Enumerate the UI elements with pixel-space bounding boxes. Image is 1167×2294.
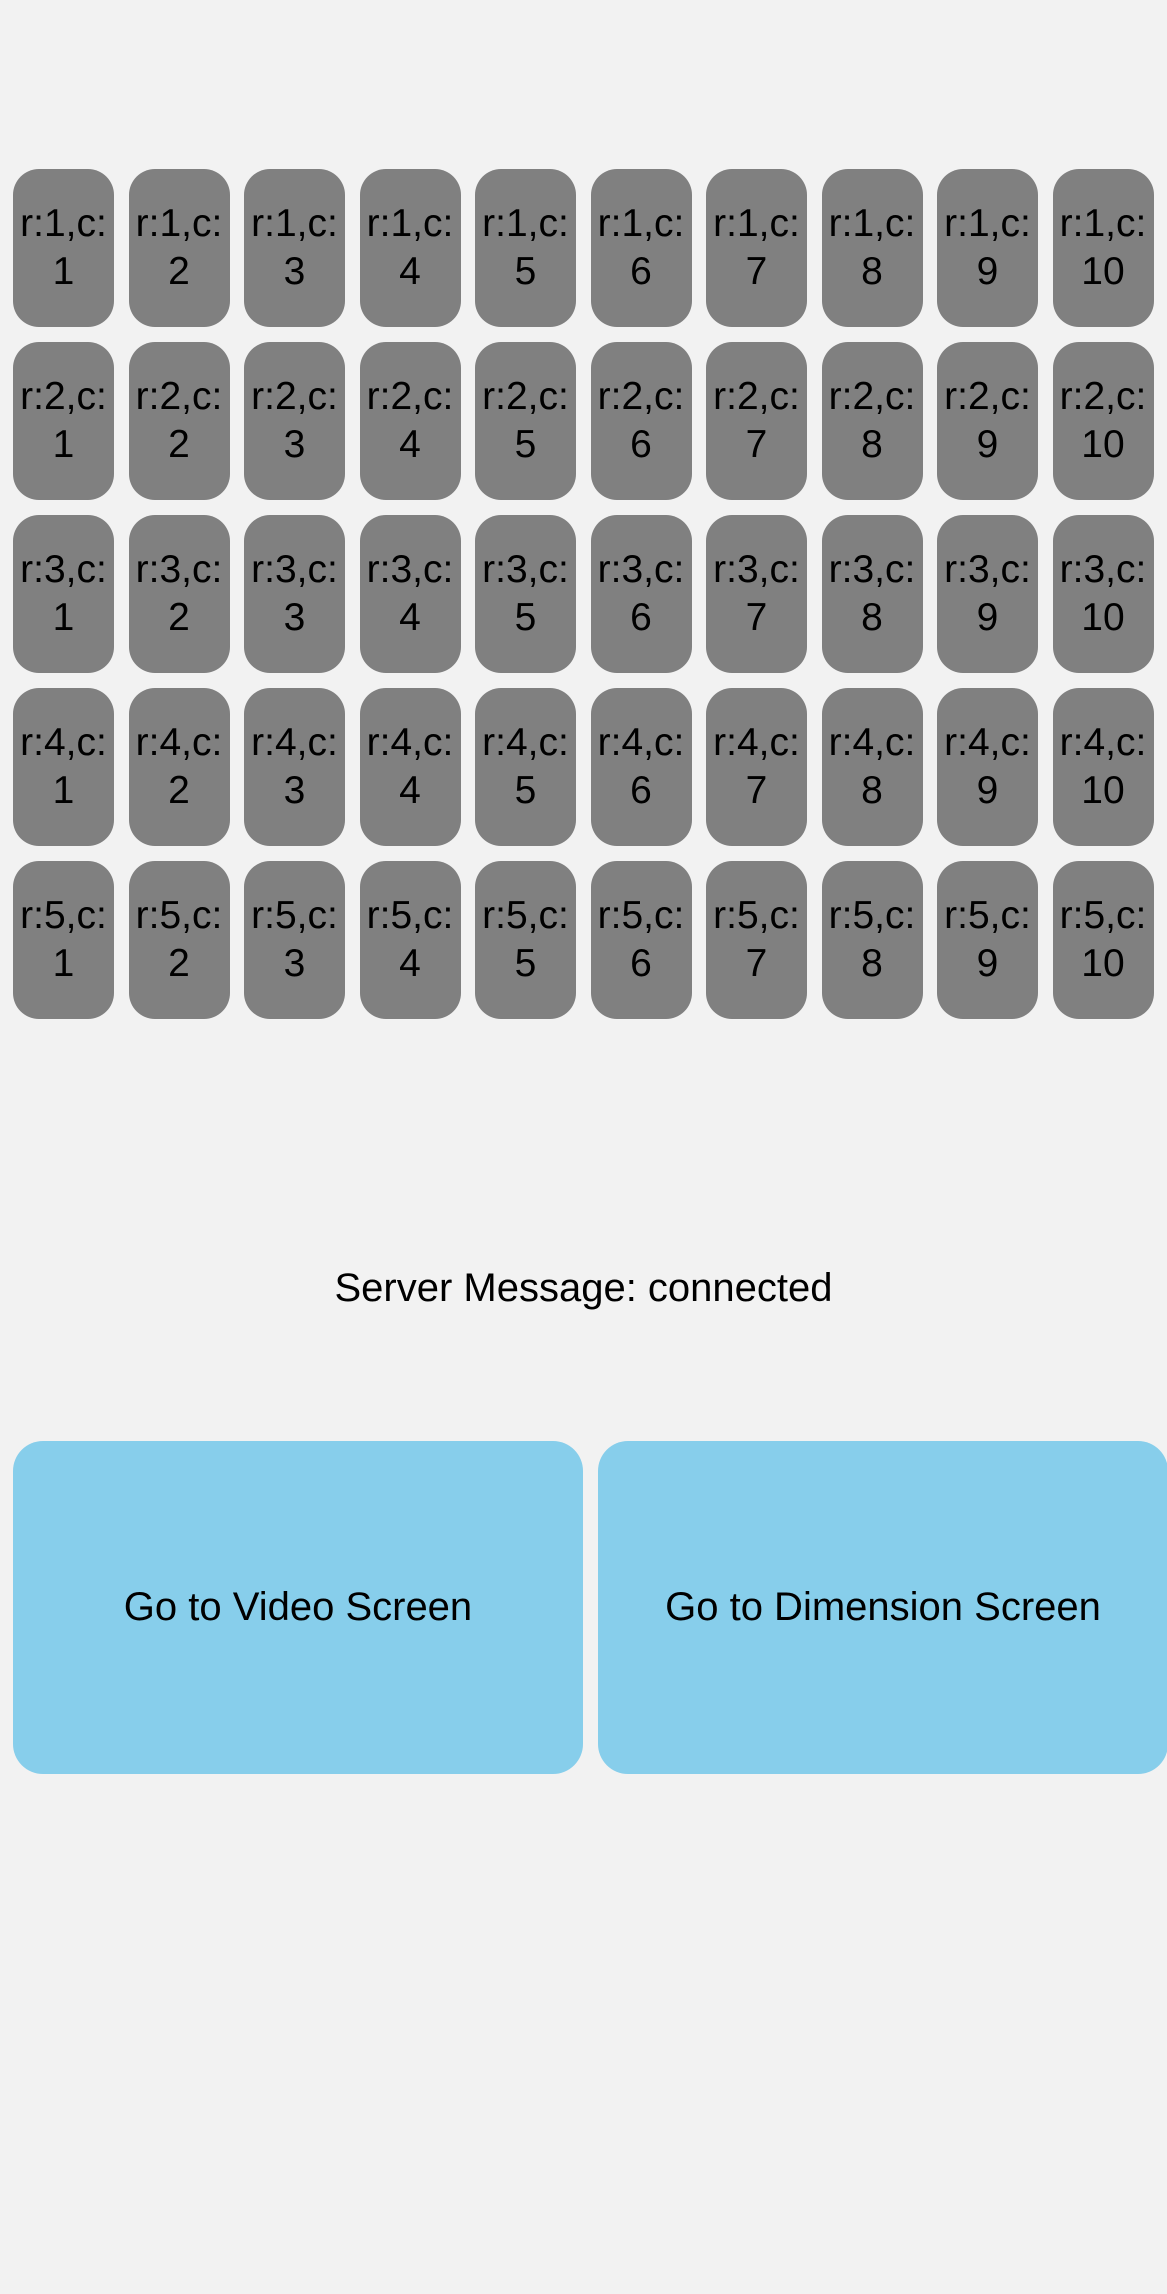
grid-cell-r5-c6[interactable]: r:5,c: 6 [590, 861, 692, 1019]
grid-cell-r2-c1[interactable]: r:2,c: 1 [13, 342, 114, 500]
grid-cell-r4-c4[interactable]: r:4,c: 4 [359, 688, 461, 846]
grid-cell-r2-c8[interactable]: r:2,c: 8 [821, 342, 923, 500]
grid-cell-r1-c4[interactable]: r:1,c: 4 [359, 169, 461, 327]
grid-cell-r3-c10[interactable]: r:3,c: 10 [1052, 515, 1154, 673]
grid-cell-r2-c5[interactable]: r:2,c: 5 [475, 342, 576, 500]
grid-cell-r1-c9[interactable]: r:1,c: 9 [937, 169, 1038, 327]
grid-cell-r3-c7[interactable]: r:3,c: 7 [706, 515, 807, 673]
grid-cell-r5-c5[interactable]: r:5,c: 5 [475, 861, 576, 1019]
grid-cell-r5-c3[interactable]: r:5,c: 3 [244, 861, 345, 1019]
go-to-video-screen-button[interactable]: Go to Video Screen [13, 1441, 583, 1774]
go-to-dimension-screen-button[interactable]: Go to Dimension Screen [598, 1441, 1167, 1774]
grid-cell-r1-c6[interactable]: r:1,c: 6 [590, 169, 692, 327]
grid-cell-r5-c1[interactable]: r:5,c: 1 [13, 861, 114, 1019]
grid-cell-r2-c7[interactable]: r:2,c: 7 [706, 342, 807, 500]
grid-cell-r3-c5[interactable]: r:3,c: 5 [475, 515, 576, 673]
grid-cell-r5-c2[interactable]: r:5,c: 2 [128, 861, 230, 1019]
grid-cell-r4-c10[interactable]: r:4,c: 10 [1052, 688, 1154, 846]
server-message: Server Message: connected [334, 1266, 833, 1310]
grid-cell-r5-c4[interactable]: r:5,c: 4 [359, 861, 461, 1019]
grid-cell-r5-c9[interactable]: r:5,c: 9 [937, 861, 1038, 1019]
button-label: Go to Dimension Screen [665, 1585, 1101, 1629]
grid-cell-r4-c6[interactable]: r:4,c: 6 [590, 688, 692, 846]
button-label: Go to Video Screen [123, 1585, 473, 1629]
grid-cell-r5-c10[interactable]: r:5,c: 10 [1052, 861, 1154, 1019]
grid-cell-r2-c6[interactable]: r:2,c: 6 [590, 342, 692, 500]
grid-cell-r4-c8[interactable]: r:4,c: 8 [821, 688, 923, 846]
grid-cell-r1-c8[interactable]: r:1,c: 8 [821, 169, 923, 327]
grid-cell-r3-c1[interactable]: r:3,c: 1 [13, 515, 114, 673]
grid-cell-r5-c8[interactable]: r:5,c: 8 [821, 861, 923, 1019]
grid-cell-r4-c5[interactable]: r:4,c: 5 [475, 688, 576, 846]
grid-cell-r1-c2[interactable]: r:1,c: 2 [128, 169, 230, 327]
grid-cell-r2-c3[interactable]: r:2,c: 3 [244, 342, 345, 500]
grid-cell-r2-c2[interactable]: r:2,c: 2 [128, 342, 230, 500]
grid-cell-r3-c6[interactable]: r:3,c: 6 [590, 515, 692, 673]
grid-cell-r4-c1[interactable]: r:4,c: 1 [13, 688, 114, 846]
grid-cell-r4-c9[interactable]: r:4,c: 9 [937, 688, 1038, 846]
grid-cell-r3-c8[interactable]: r:3,c: 8 [821, 515, 923, 673]
grid-cell-r4-c7[interactable]: r:4,c: 7 [706, 688, 807, 846]
grid-cell-r2-c4[interactable]: r:2,c: 4 [359, 342, 461, 500]
grid-cell-r1-c3[interactable]: r:1,c: 3 [244, 169, 345, 327]
grid-cell-r2-c9[interactable]: r:2,c: 9 [937, 342, 1038, 500]
grid-cell-r5-c7[interactable]: r:5,c: 7 [706, 861, 807, 1019]
grid-cell-r3-c3[interactable]: r:3,c: 3 [244, 515, 345, 673]
grid-cell-r3-c4[interactable]: r:3,c: 4 [359, 515, 461, 673]
grid-cell-r3-c2[interactable]: r:3,c: 2 [128, 515, 230, 673]
grid-cell-r4-c3[interactable]: r:4,c: 3 [244, 688, 345, 846]
grid-cell-r3-c9[interactable]: r:3,c: 9 [937, 515, 1038, 673]
grid-cell-r2-c10[interactable]: r:2,c: 10 [1052, 342, 1154, 500]
grid-cell-r1-c7[interactable]: r:1,c: 7 [706, 169, 807, 327]
grid-cell-r1-c1[interactable]: r:1,c: 1 [13, 169, 114, 327]
grid-cell-r4-c2[interactable]: r:4,c: 2 [128, 688, 230, 846]
grid-cell-r1-c10[interactable]: r:1,c: 10 [1052, 169, 1154, 327]
grid-cell-r1-c5[interactable]: r:1,c: 5 [475, 169, 576, 327]
